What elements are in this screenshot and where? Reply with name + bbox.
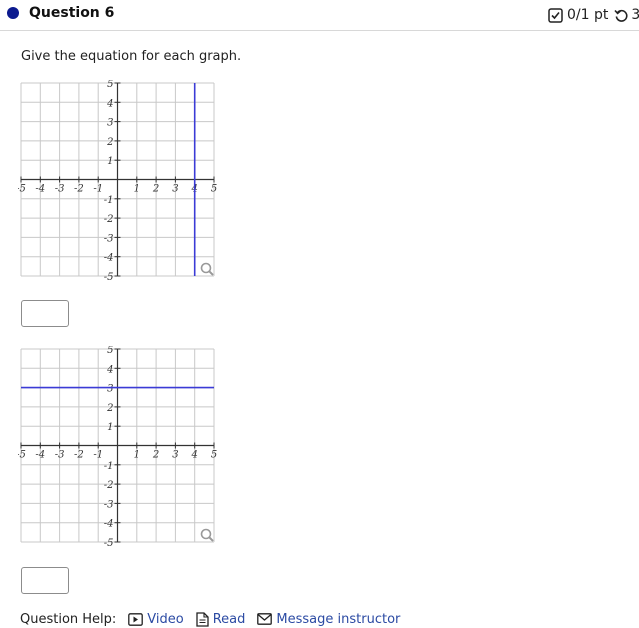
message-instructor-label: Message instructor bbox=[276, 611, 401, 627]
mail-icon bbox=[257, 613, 276, 625]
video-link-label: Video bbox=[147, 611, 184, 627]
y-tick-label: -5 bbox=[104, 272, 114, 283]
question-title: Question 6 bbox=[29, 5, 115, 21]
read-link[interactable]: Read bbox=[196, 611, 246, 627]
x-tick-label: 3 bbox=[172, 184, 178, 195]
y-tick-label: 2 bbox=[106, 137, 113, 148]
x-tick-label: -1 bbox=[93, 184, 103, 195]
y-tick-label: 1 bbox=[107, 422, 113, 433]
y-tick-label: 5 bbox=[107, 80, 113, 90]
y-tick-label: -2 bbox=[104, 214, 114, 225]
answer-input-1[interactable] bbox=[21, 300, 69, 327]
y-tick-label: 2 bbox=[106, 403, 113, 414]
graph-2: -5 -4 -3 -2 -1 1 2 3 4 5 5 4 3 2 1 -1 -2 -3 -4 -5 bbox=[18, 346, 217, 549]
score-text: 0/1 pt bbox=[567, 7, 609, 23]
x-tick-label: 4 bbox=[191, 450, 198, 461]
x-tick-label: 1 bbox=[134, 184, 140, 195]
x-tick-label: -3 bbox=[55, 450, 65, 461]
graph-1: -5-4-3-2-11234554321-1-2-3-4-5 bbox=[18, 80, 217, 283]
y-tick-label: -1 bbox=[104, 461, 114, 472]
x-tick-label: 1 bbox=[134, 450, 140, 461]
x-tick-label: -4 bbox=[35, 450, 45, 461]
retry-icon[interactable] bbox=[614, 8, 629, 23]
y-tick-label: 3 bbox=[107, 118, 113, 129]
magnifier-icon[interactable] bbox=[200, 262, 214, 276]
checkbox-icon bbox=[548, 7, 563, 23]
y-tick-label: -3 bbox=[104, 499, 114, 510]
video-icon bbox=[128, 612, 147, 626]
y-tick-label: 3 bbox=[107, 384, 113, 395]
score-display: 0/1 pt 3 bbox=[548, 5, 639, 25]
x-tick-label: -5 bbox=[18, 450, 26, 461]
y-tick-label: 4 bbox=[106, 364, 113, 375]
y-tick-label: -4 bbox=[104, 519, 114, 530]
video-link[interactable]: Video bbox=[128, 611, 184, 627]
y-tick-label: 4 bbox=[106, 98, 113, 109]
x-tick-label: -1 bbox=[93, 450, 103, 461]
y-tick-label: -5 bbox=[104, 538, 114, 549]
x-tick-label: -3 bbox=[55, 184, 65, 195]
read-link-label: Read bbox=[212, 611, 246, 627]
attempts-text: 3 bbox=[631, 7, 639, 23]
document-icon bbox=[196, 611, 213, 627]
y-tick-label: 1 bbox=[107, 156, 113, 167]
help-label: Question Help: bbox=[20, 611, 117, 627]
x-tick-label: -4 bbox=[35, 184, 45, 195]
magnifier-icon[interactable] bbox=[200, 528, 214, 542]
y-tick-label: -4 bbox=[104, 253, 114, 264]
y-tick-label: -2 bbox=[104, 480, 114, 491]
y-tick-label: -3 bbox=[104, 233, 114, 244]
x-tick-label: 5 bbox=[211, 450, 217, 461]
question-prompt: Give the equation for each graph. bbox=[21, 49, 242, 64]
y-tick-label: -1 bbox=[104, 195, 114, 206]
x-tick-label: 2 bbox=[152, 184, 159, 195]
x-tick-label: -5 bbox=[18, 184, 26, 195]
question-header: Question 6 0/1 pt 3 bbox=[0, 0, 639, 31]
question-status-dot bbox=[7, 7, 19, 19]
question-help: Question Help: Video Read Message instru… bbox=[20, 610, 412, 628]
message-instructor-link[interactable]: Message instructor bbox=[257, 612, 400, 627]
x-tick-label: -2 bbox=[74, 184, 84, 195]
y-tick-label: 5 bbox=[107, 346, 113, 356]
x-tick-label: 3 bbox=[172, 450, 178, 461]
answer-input-2[interactable] bbox=[21, 567, 69, 594]
x-tick-label: 5 bbox=[211, 184, 217, 195]
x-tick-label: 2 bbox=[152, 450, 159, 461]
x-tick-label: -2 bbox=[74, 450, 84, 461]
